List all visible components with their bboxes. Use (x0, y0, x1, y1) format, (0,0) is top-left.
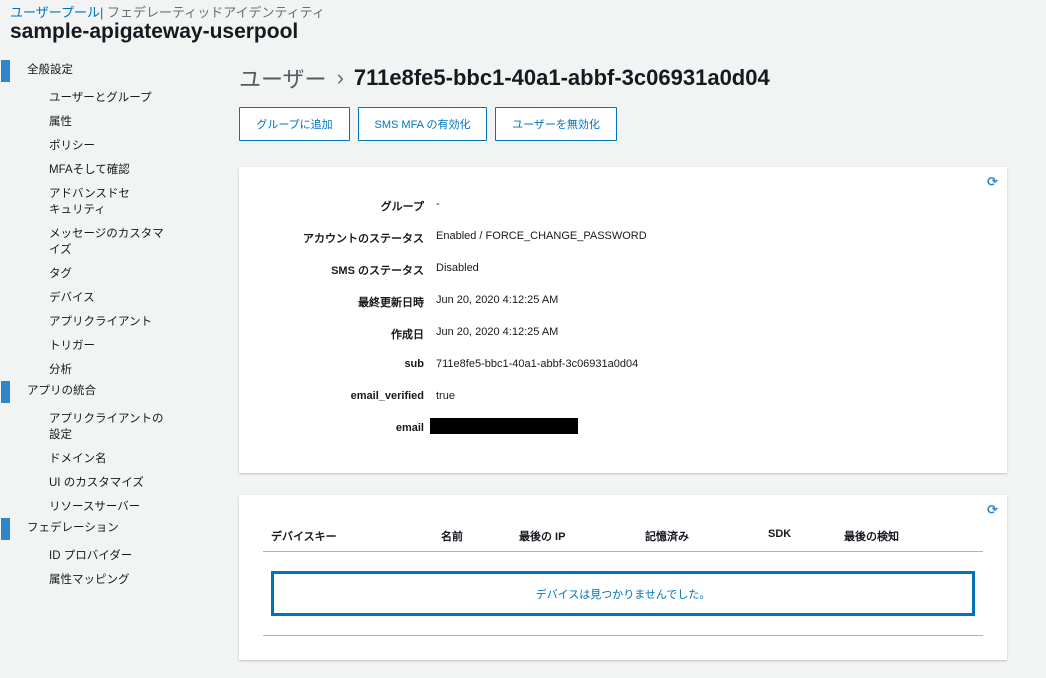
detail-row: グループ - (239, 198, 1007, 214)
detail-value: Jun 20, 2020 4:12:25 AM (436, 294, 559, 306)
sidebar-item-users-groups[interactable]: ユーザーとグループ (0, 90, 180, 106)
detail-key: email_verified (350, 390, 424, 402)
detail-key: 作成日 (391, 329, 424, 341)
sidebar: 全般設定 ユーザーとグループ 属性 ポリシー MFAそして確認 アドバンスドセキ… (0, 58, 200, 596)
column-sdk[interactable]: SDK (768, 528, 791, 540)
pool-title: sample-apigateway-userpool (10, 20, 299, 43)
column-last-seen[interactable]: 最後の検知 (844, 528, 899, 544)
detail-row: email (239, 418, 1007, 438)
section-label: 全般設定 (27, 64, 73, 76)
sidebar-item-resource-servers[interactable]: リソースサーバー (0, 499, 180, 515)
detail-row: 最終更新日時 Jun 20, 2020 4:12:25 AM (239, 294, 1007, 310)
enable-sms-mfa-button[interactable]: SMS MFA の有効化 (358, 107, 487, 141)
detail-value: Jun 20, 2020 4:12:25 AM (436, 326, 559, 338)
column-remembered[interactable]: 記憶済み (645, 528, 689, 544)
detail-value: 711e8fe5-bbc1-40a1-abbf-3c06931a0d04 (436, 358, 639, 370)
refresh-icon[interactable]: ⟳ (987, 503, 999, 516)
section-indicator (1, 60, 10, 82)
sidebar-section-general[interactable]: 全般設定 (0, 58, 200, 82)
detail-value: Disabled (436, 262, 479, 274)
redacted-email (430, 418, 578, 434)
detail-key: SMS のステータス (331, 265, 424, 277)
detail-row: 作成日 Jun 20, 2020 4:12:25 AM (239, 326, 1007, 342)
sidebar-item-policies[interactable]: ポリシー (0, 138, 180, 154)
federated-identities-link[interactable]: フェデレーティッドアイデンティティ (107, 5, 325, 20)
detail-value: - (436, 198, 440, 210)
sidebar-item-app-clients[interactable]: アプリクライアント (0, 314, 180, 330)
column-last-ip[interactable]: 最後の IP (519, 528, 565, 544)
section-label: フェデレーション (27, 522, 119, 534)
sidebar-item-domain-name[interactable]: ドメイン名 (0, 451, 180, 467)
section-indicator (1, 381, 10, 403)
sidebar-section-federation[interactable]: フェデレーション (0, 516, 200, 540)
section-indicator (1, 518, 10, 540)
detail-key: グループ (380, 201, 424, 213)
detail-key: sub (404, 358, 424, 370)
empty-state-message: デバイスは見つかりませんでした。 (271, 571, 975, 616)
table-footer-divider (263, 635, 983, 636)
sidebar-item-triggers[interactable]: トリガー (0, 338, 180, 354)
nav-separator: | (99, 5, 104, 20)
section-label: アプリの統合 (27, 385, 96, 397)
detail-key: 最終更新日時 (358, 297, 424, 309)
detail-key: アカウントのステータス (303, 233, 424, 245)
sidebar-item-attribute-mapping[interactable]: 属性マッピング (0, 572, 180, 588)
sidebar-item-mfa[interactable]: MFAそして確認 (0, 162, 180, 178)
disable-user-button[interactable]: ユーザーを無効化 (495, 107, 617, 141)
user-details-panel: ⟳ グループ - アカウントのステータス Enabled / FORCE_CHANG… (239, 167, 1007, 473)
sidebar-item-ui-customization[interactable]: UI のカスタマイズ (0, 475, 180, 491)
sidebar-item-app-client-settings[interactable]: アプリクライアントの設定 (0, 411, 175, 443)
breadcrumb-users[interactable]: ユーザー (239, 62, 327, 94)
detail-row: email_verified true (239, 390, 1007, 406)
chevron-right-icon: › (336, 65, 344, 90)
user-pool-link[interactable]: ユーザープール (10, 5, 100, 20)
devices-panel: ⟳ デバイスキー 名前 最後の IP 記憶済み SDK 最後の検知 デバイスは見… (239, 495, 1007, 660)
column-name[interactable]: 名前 (441, 528, 463, 544)
table-header-divider (263, 551, 983, 552)
refresh-icon[interactable]: ⟳ (987, 175, 999, 188)
sidebar-item-message-customization[interactable]: メッセージのカスタマイズ (0, 226, 175, 258)
sidebar-item-tags[interactable]: タグ (0, 266, 180, 282)
add-to-group-button[interactable]: グループに追加 (239, 107, 350, 141)
user-id-title: 711e8fe5-bbc1-40a1-abbf-3c06931a0d04 (353, 65, 770, 90)
sidebar-item-analytics[interactable]: 分析 (0, 362, 180, 378)
column-device-key[interactable]: デバイスキー (271, 528, 337, 544)
detail-value: true (436, 390, 455, 402)
detail-row: sub 711e8fe5-bbc1-40a1-abbf-3c06931a0d04 (239, 358, 1007, 374)
sidebar-section-app-integration[interactable]: アプリの統合 (0, 379, 200, 403)
detail-row: アカウントのステータス Enabled / FORCE_CHANGE_PASSWO… (239, 230, 1007, 246)
sidebar-item-devices[interactable]: デバイス (0, 290, 180, 306)
page-title: ユーザー › 711e8fe5-bbc1-40a1-abbf-3c06931a0… (239, 62, 770, 94)
sidebar-item-advanced-security[interactable]: アドバンスドセキュリティ (0, 186, 130, 218)
sidebar-item-identity-providers[interactable]: ID プロバイダー (0, 548, 180, 564)
sidebar-item-attributes[interactable]: 属性 (0, 114, 180, 130)
detail-key: email (395, 422, 424, 434)
detail-value: Enabled / FORCE_CHANGE_PASSWORD (436, 230, 647, 242)
top-nav: ユーザープール| フェデレーティッドアイデンティティ (10, 2, 325, 21)
detail-row: SMS のステータス Disabled (239, 262, 1007, 278)
